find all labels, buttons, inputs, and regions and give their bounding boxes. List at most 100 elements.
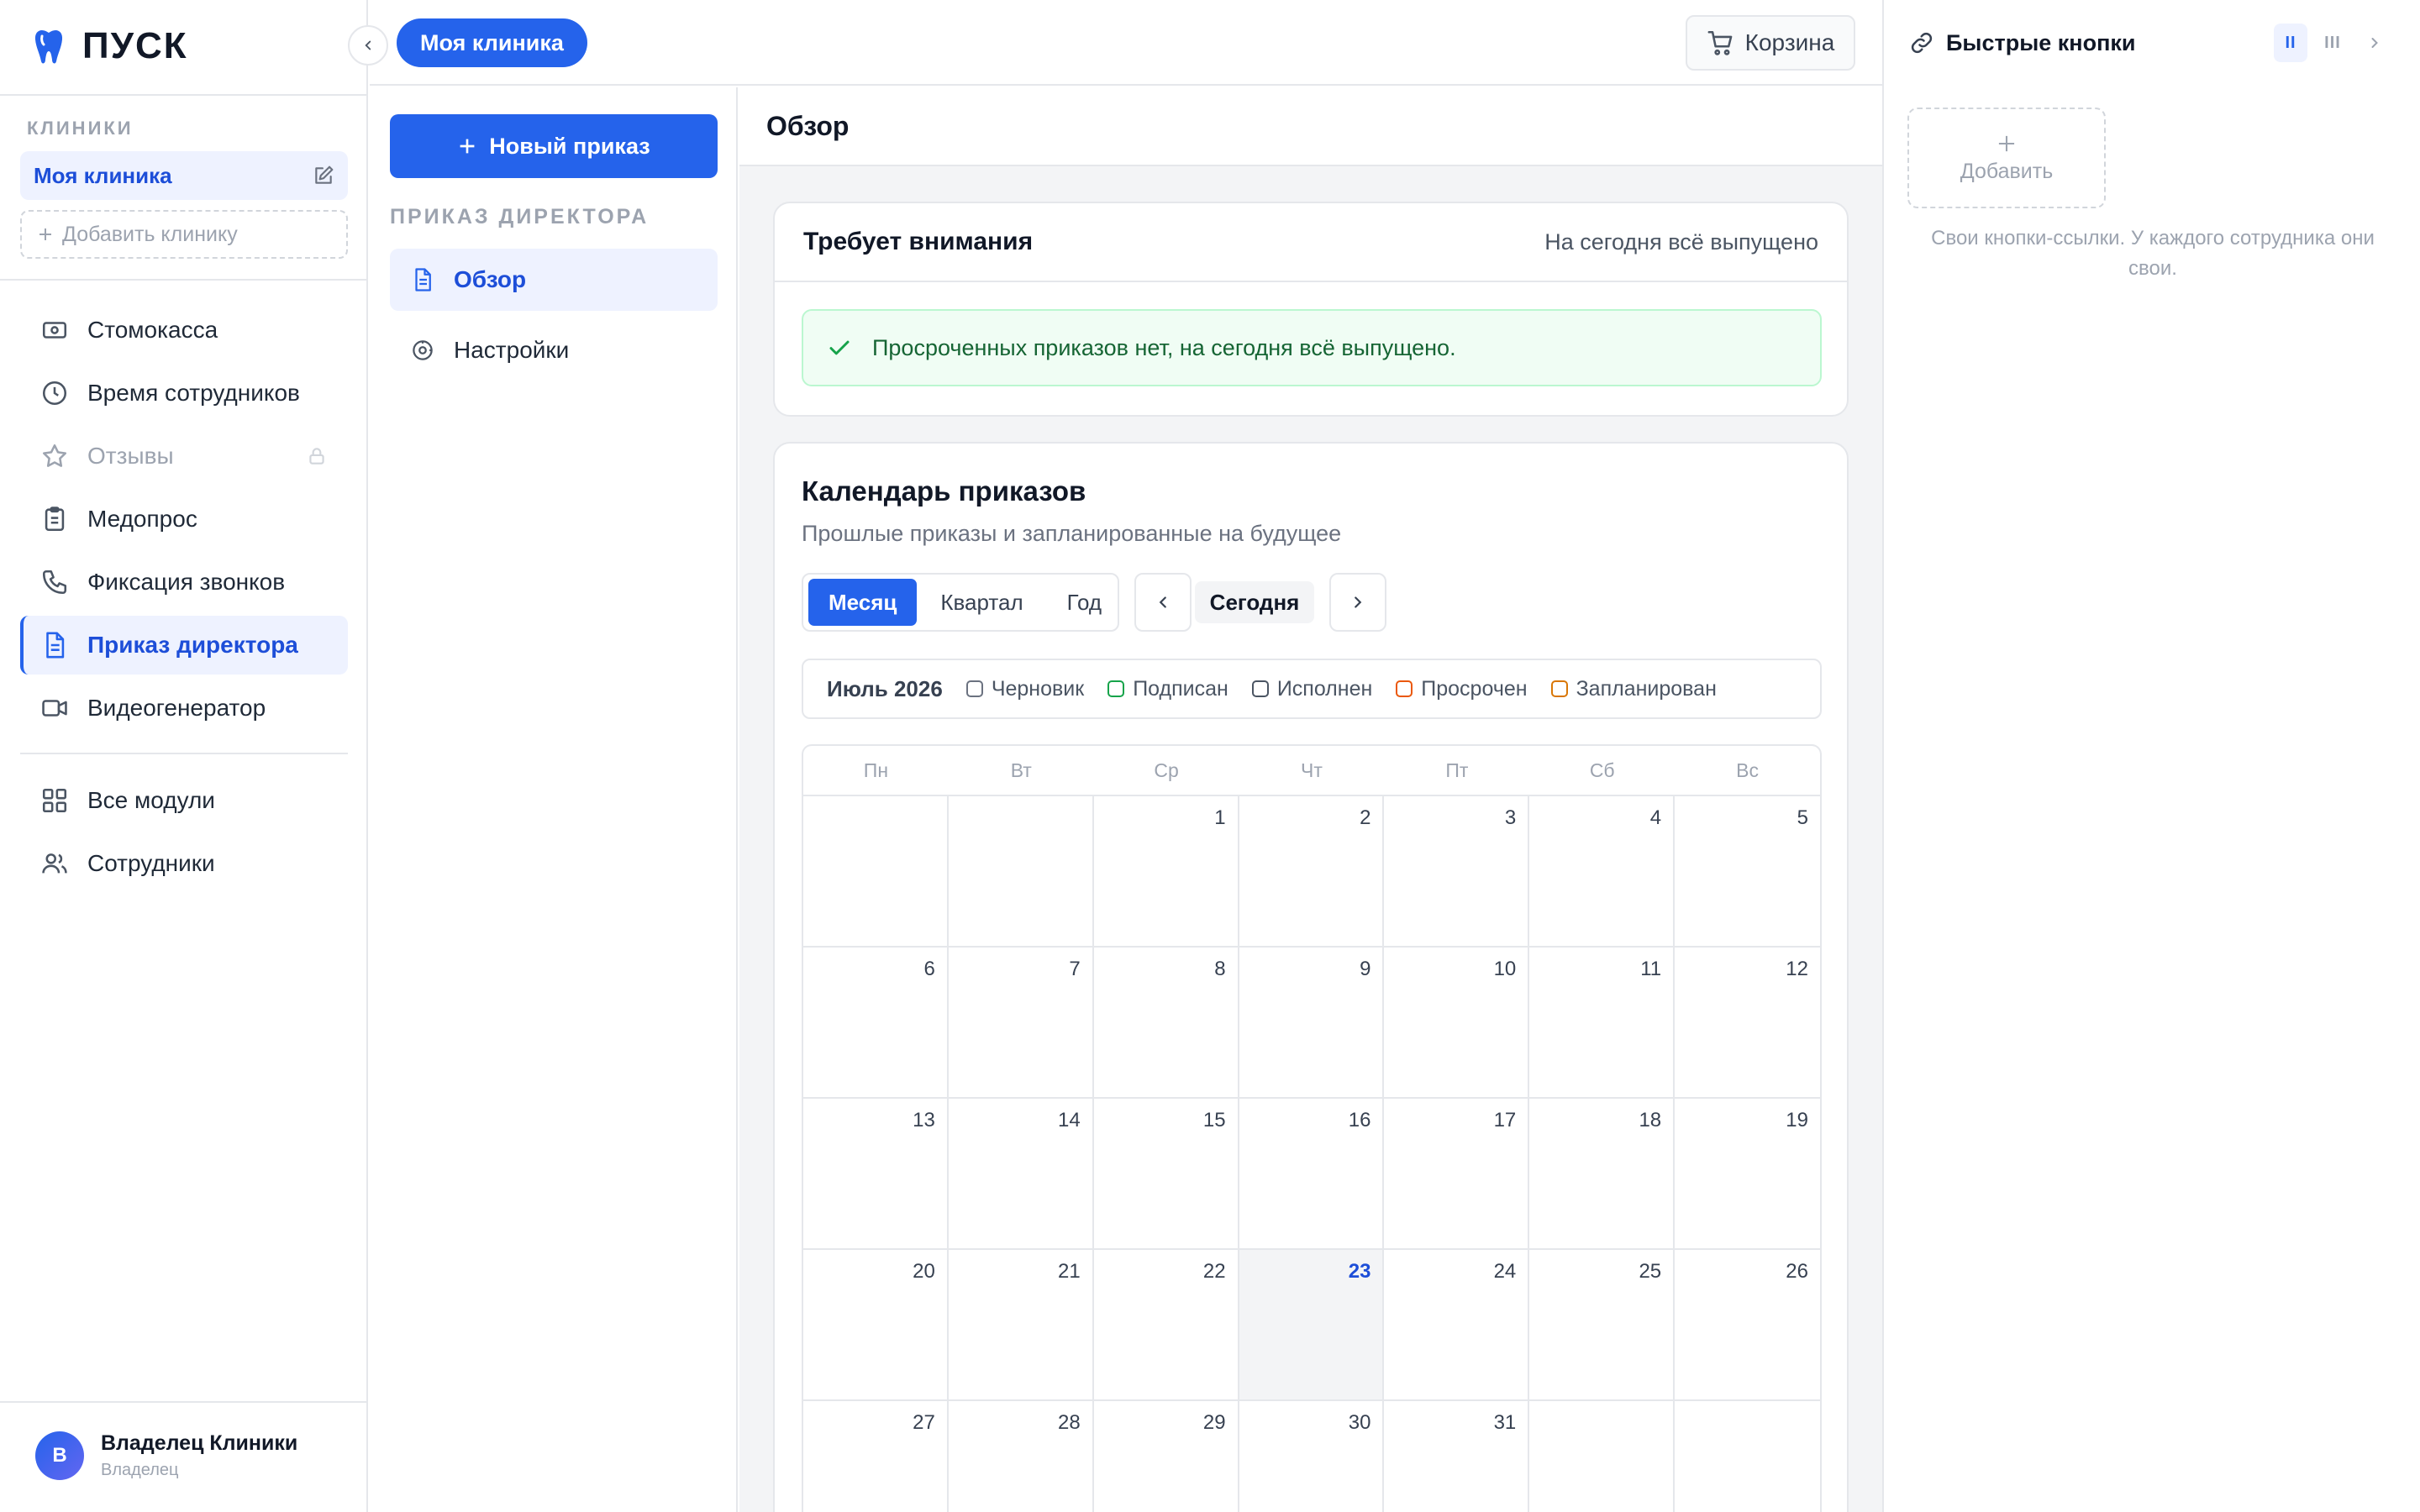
legend-label: Исполнен: [1276, 676, 1373, 701]
calendar-day-cell[interactable]: 16: [1239, 1099, 1385, 1250]
calendar-day-cell[interactable]: 17: [1384, 1099, 1530, 1250]
calendar-day-cell[interactable]: 4: [1529, 796, 1676, 948]
brand-name: ПУСК: [82, 25, 188, 66]
calendar-day-cell[interactable]: 11: [1529, 948, 1676, 1099]
sidebar-item-all-modules[interactable]: Все модули: [20, 771, 348, 830]
calendar-days: 1 2 3 4 5 6 7 8 9 10 11 12 13 14 15 16 17 18 19 20 21 22 23 24 2…: [803, 796, 1820, 1512]
calendar-day-cell[interactable]: 10: [1384, 948, 1530, 1099]
day-number: 21: [1058, 1260, 1081, 1283]
tab-overview[interactable]: Обзор: [390, 249, 718, 311]
module-section-label: ПРИКАЗ ДИРЕКТОРА: [390, 205, 650, 228]
sidebar-item-employees[interactable]: Сотрудники: [20, 834, 348, 893]
new-order-button[interactable]: Новый приказ: [390, 114, 718, 178]
sidebar-item-video-generator[interactable]: Видеогенератор: [20, 679, 348, 738]
divider: [0, 279, 368, 281]
top-bar: Моя клиника Корзина: [370, 0, 1882, 86]
calendar-day-cell[interactable]: 30: [1239, 1401, 1385, 1512]
calendar-day-cell[interactable]: 15: [1093, 1099, 1239, 1250]
sidebar-item-call-tracking[interactable]: Фиксация звонков: [20, 553, 348, 612]
sidebar-item-staff-time[interactable]: Время сотрудников: [20, 364, 348, 423]
add-quick-button[interactable]: Добавить: [1907, 108, 2106, 208]
sidebar-item-medopros[interactable]: Медопрос: [20, 490, 348, 549]
sidebar-item-label: Сотрудники: [87, 850, 215, 876]
clipboard-icon: [40, 505, 69, 533]
previous-period-button[interactable]: [1134, 573, 1192, 632]
collapse-sidebar-button[interactable]: [348, 25, 388, 66]
sidebar-item-label: Стомокасса: [87, 317, 218, 343]
calendar-day-cell[interactable]: 6: [803, 948, 949, 1099]
day-number: 23: [1348, 1260, 1371, 1283]
calendar-day-cell[interactable]: 5: [1675, 796, 1820, 948]
day-number: 19: [1786, 1109, 1808, 1131]
add-clinic-button[interactable]: Добавить клинику: [20, 210, 348, 259]
avatar: В: [35, 1431, 84, 1480]
collapse-panel-button[interactable]: [2358, 24, 2391, 62]
calendar-day-cell[interactable]: 20: [803, 1250, 949, 1401]
calendar-day-cell[interactable]: 29: [1094, 1401, 1239, 1512]
link-icon: [1909, 30, 1934, 55]
chevron-left-icon: [1154, 593, 1172, 612]
day-number: 28: [1058, 1411, 1081, 1434]
phone-icon: [40, 568, 69, 596]
calendar-day-cell[interactable]: 23: [1239, 1250, 1385, 1401]
calendar-day-cell[interactable]: 19: [1675, 1099, 1820, 1250]
main-sidebar: ПУСК КЛИНИКИ Моя клиника Добавить клиник…: [0, 0, 368, 1512]
calendar-day-cell[interactable]: 1: [1093, 796, 1239, 948]
quick-buttons-title: Быстрые кнопки: [1946, 29, 2136, 55]
calendar-day-cell: [1529, 1401, 1676, 1512]
calendar-day-cell[interactable]: 26: [1675, 1250, 1820, 1401]
calendar-day-cell[interactable]: 12: [1675, 948, 1820, 1099]
next-period-button[interactable]: [1329, 573, 1386, 632]
quick-buttons-hint: Свои кнопки-ссылки. У каждого сотрудника…: [1931, 227, 2375, 280]
edit-icon[interactable]: [313, 165, 334, 186]
tab-label: Обзор: [454, 266, 527, 292]
legend-item-done: Исполнен: [1251, 676, 1373, 701]
calendar-day-cell[interactable]: 25: [1529, 1250, 1676, 1401]
sidebar-item-director-order[interactable]: Приказ директора: [20, 616, 348, 675]
cart-button[interactable]: Корзина: [1686, 15, 1855, 71]
clinic-switcher[interactable]: Моя клиника: [397, 18, 587, 67]
calendar-day-cell[interactable]: 24: [1384, 1250, 1530, 1401]
three-columns-toggle[interactable]: III: [2316, 24, 2349, 62]
calendar-day-cell[interactable]: 28: [949, 1401, 1094, 1512]
view-year-button[interactable]: Год: [1047, 579, 1122, 626]
calendar-day-cell[interactable]: 7: [948, 948, 1094, 1099]
clinic-item-current[interactable]: Моя клиника: [20, 151, 348, 200]
user-profile[interactable]: В Владелец Клиники Владелец: [35, 1431, 297, 1480]
attention-status: На сегодня всё выпущено: [1544, 228, 1818, 255]
today-button[interactable]: Сегодня: [1195, 581, 1314, 623]
clinic-name: Моя клиника: [34, 162, 172, 188]
calendar-day-cell[interactable]: 31: [1384, 1401, 1530, 1512]
day-number: 16: [1348, 1109, 1371, 1131]
brand-logo[interactable]: ПУСК: [34, 22, 188, 71]
calendar-day-cell[interactable]: 9: [1239, 948, 1385, 1099]
page-header: Обзор: [739, 87, 1882, 166]
calendar-day-cell[interactable]: 27: [803, 1401, 949, 1512]
calendar-day-cell[interactable]: 18: [1529, 1099, 1676, 1250]
legend-item-signed: Подписан: [1107, 677, 1228, 701]
calendar-day-cell[interactable]: 8: [1093, 948, 1239, 1099]
weekday-label: Вт: [1010, 759, 1032, 781]
calendar-day-cell[interactable]: 3: [1384, 796, 1530, 948]
calendar-day-cell[interactable]: 2: [1239, 796, 1385, 948]
document-icon: [40, 631, 69, 659]
sidebar-item-label: Видеогенератор: [87, 695, 266, 721]
view-quarter-button[interactable]: Квартал: [920, 579, 1043, 626]
sidebar-item-stomokassa[interactable]: Стомокасса: [20, 301, 348, 360]
calendar-day-cell[interactable]: 21: [948, 1250, 1094, 1401]
calendar-day-cell[interactable]: 22: [1093, 1250, 1239, 1401]
tab-settings[interactable]: Настройки: [390, 319, 718, 381]
day-number: 12: [1786, 958, 1808, 980]
day-number: 27: [913, 1411, 935, 1434]
two-columns-toggle[interactable]: II: [2274, 24, 2307, 62]
day-number: 8: [1214, 958, 1226, 980]
calendar-day-cell[interactable]: 14: [948, 1099, 1094, 1250]
view-month-button[interactable]: Месяц: [808, 579, 918, 626]
day-number: 14: [1058, 1109, 1081, 1131]
day-number: 5: [1797, 806, 1808, 829]
sidebar-item-reviews[interactable]: Отзывы: [20, 427, 348, 486]
calendar-day-cell[interactable]: 13: [803, 1099, 949, 1250]
add-clinic-label: Добавить клинику: [62, 222, 238, 246]
day-number: 9: [1360, 958, 1371, 980]
day-number: 20: [913, 1260, 935, 1283]
